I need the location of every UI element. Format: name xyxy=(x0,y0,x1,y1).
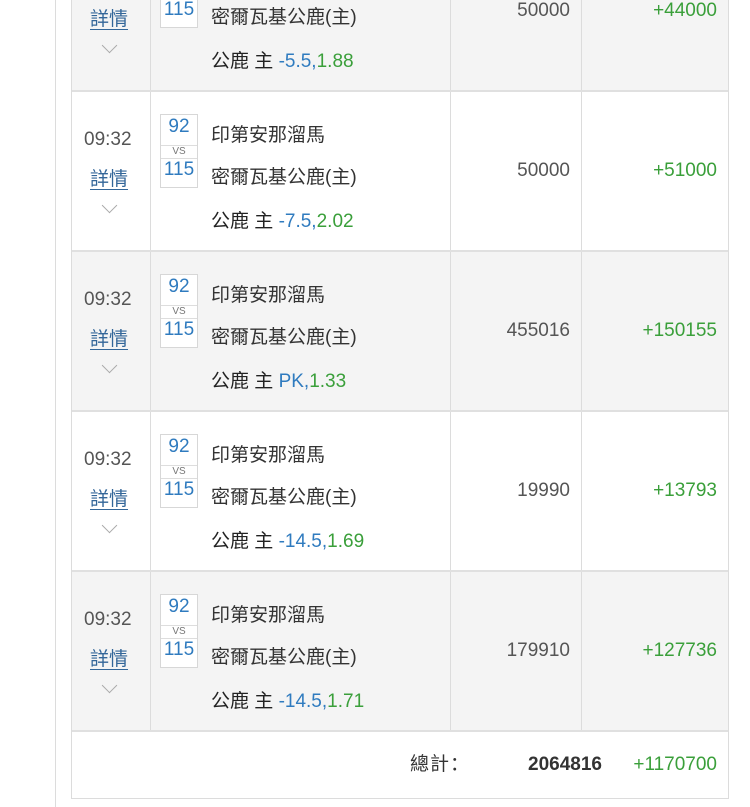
win-amount: +150155 xyxy=(642,320,718,341)
chevron-down-icon[interactable] xyxy=(101,517,118,534)
bet-time: 09:32 xyxy=(84,449,132,470)
handicap: PK, xyxy=(278,371,310,392)
team-away: 印第安那溜馬 xyxy=(211,445,326,466)
handicap: -14.5, xyxy=(278,531,328,552)
odds: 1.33 xyxy=(309,371,347,392)
bet-team: 公鹿 主 xyxy=(211,211,279,232)
odds: 1.88 xyxy=(316,51,354,72)
table-row: 09:32 詳情 92 VS 115 印第安那溜馬 密爾瓦基公鹿(主) 公鹿 主… xyxy=(72,412,728,572)
table-row: 09:32 詳情 92 VS 115 印第安那溜馬 密爾瓦基公鹿(主) 公鹿 主… xyxy=(72,572,728,732)
bet-amount: 50000 xyxy=(451,0,582,90)
score-home: 115 xyxy=(163,639,195,660)
match-cell: 92 VS 115 印第安那溜馬 密爾瓦基公鹿(主) 公鹿 主 -7.5,2.0… xyxy=(151,92,451,250)
vs-label: VS xyxy=(161,145,197,159)
bet-team: 公鹿 主 xyxy=(211,371,279,392)
vs-label: VS xyxy=(161,305,197,319)
score-box: 92 VS 115 xyxy=(160,434,198,508)
detail-link[interactable]: 詳情 xyxy=(90,644,128,671)
table-row: 詳情 92 VS 115 印第安那溜馬 密爾瓦基公鹿(主) 公鹿 主 -5.5,… xyxy=(72,0,728,92)
handicap: -14.5, xyxy=(278,691,328,712)
score-home: 115 xyxy=(163,159,195,180)
bet-amount: 179910 xyxy=(451,572,582,730)
team-home: 密爾瓦基公鹿(主) xyxy=(211,487,357,508)
total-label: 總計： xyxy=(409,754,470,775)
time-cell: 詳情 xyxy=(72,0,151,90)
bet-time: 09:32 xyxy=(84,609,132,630)
bet-line: 公鹿 主 -5.5,1.88 xyxy=(211,46,354,73)
match-cell: 92 VS 115 印第安那溜馬 密爾瓦基公鹿(主) 公鹿 主 PK,1.33 xyxy=(151,252,451,410)
total-win: +1170700 xyxy=(633,754,717,775)
time-cell: 09:32 詳情 xyxy=(72,92,151,250)
vs-label: VS xyxy=(161,625,197,639)
table-row: 09:32 詳情 92 VS 115 印第安那溜馬 密爾瓦基公鹿(主) 公鹿 主… xyxy=(72,92,728,252)
team-away: 印第安那溜馬 xyxy=(211,605,326,626)
chevron-down-icon[interactable] xyxy=(101,37,118,54)
team-home: 密爾瓦基公鹿(主) xyxy=(211,327,357,348)
vs-label: VS xyxy=(161,465,197,479)
match-cell: 92 VS 115 印第安那溜馬 密爾瓦基公鹿(主) 公鹿 主 -5.5,1.8… xyxy=(151,0,451,90)
win-amount: +51000 xyxy=(653,160,717,181)
win-amount: +127736 xyxy=(642,640,718,661)
bet-amount: 19990 xyxy=(451,412,582,570)
detail-link[interactable]: 詳情 xyxy=(90,164,128,191)
chevron-down-icon[interactable] xyxy=(101,357,118,374)
chevron-down-icon[interactable] xyxy=(101,677,118,694)
bet-team: 公鹿 主 xyxy=(211,531,279,552)
bet-time: 09:32 xyxy=(84,129,132,150)
bet-amount: 50000 xyxy=(451,92,582,250)
table-row: 09:32 詳情 92 VS 115 印第安那溜馬 密爾瓦基公鹿(主) 公鹿 主… xyxy=(72,252,728,412)
score-home: 115 xyxy=(163,319,195,340)
team-home: 密爾瓦基公鹿(主) xyxy=(211,167,357,188)
match-cell: 92 VS 115 印第安那溜馬 密爾瓦基公鹿(主) 公鹿 主 -14.5,1.… xyxy=(151,412,451,570)
odds: 1.69 xyxy=(327,531,365,552)
time-cell: 09:32 詳情 xyxy=(72,412,151,570)
detail-link[interactable]: 詳情 xyxy=(90,484,128,511)
team-away: 印第安那溜馬 xyxy=(211,285,326,306)
bet-line: 公鹿 主 -7.5,2.02 xyxy=(211,206,354,233)
odds: 1.71 xyxy=(327,691,365,712)
bet-amount: 455016 xyxy=(451,252,582,410)
score-box: 92 VS 115 xyxy=(160,274,198,348)
time-cell: 09:32 詳情 xyxy=(72,252,151,410)
score-box: 92 VS 115 xyxy=(160,594,198,668)
team-home: 密爾瓦基公鹿(主) xyxy=(211,647,357,668)
time-cell: 09:32 詳情 xyxy=(72,572,151,730)
score-away: 92 xyxy=(168,436,190,457)
score-box: 92 VS 115 xyxy=(160,0,198,28)
score-home: 115 xyxy=(163,479,195,500)
handicap: -5.5, xyxy=(278,51,317,72)
team-away: 印第安那溜馬 xyxy=(211,125,326,146)
bet-time: 09:32 xyxy=(84,289,132,310)
bet-team: 公鹿 主 xyxy=(211,51,279,72)
bet-line: 公鹿 主 PK,1.33 xyxy=(211,366,346,393)
detail-link[interactable]: 詳情 xyxy=(90,4,128,31)
chevron-down-icon[interactable] xyxy=(101,197,118,214)
detail-link[interactable]: 詳情 xyxy=(90,324,128,351)
win-amount: +13793 xyxy=(653,480,717,501)
score-away: 92 xyxy=(168,276,190,297)
match-cell: 92 VS 115 印第安那溜馬 密爾瓦基公鹿(主) 公鹿 主 -14.5,1.… xyxy=(151,572,451,730)
score-away: 92 xyxy=(168,116,190,137)
bet-team: 公鹿 主 xyxy=(211,691,279,712)
bet-line: 公鹿 主 -14.5,1.69 xyxy=(211,526,364,553)
score-box: 92 VS 115 xyxy=(160,114,198,188)
score-home: 115 xyxy=(163,0,195,20)
left-divider xyxy=(55,0,56,807)
score-away: 92 xyxy=(168,596,190,617)
bet-line: 公鹿 主 -14.5,1.71 xyxy=(211,686,364,713)
bet-record-table: 詳情 92 VS 115 印第安那溜馬 密爾瓦基公鹿(主) 公鹿 主 -5.5,… xyxy=(71,0,729,799)
win-amount: +44000 xyxy=(653,0,717,21)
team-home: 密爾瓦基公鹿(主) xyxy=(211,7,357,28)
total-amount: 2064816 xyxy=(528,754,602,775)
handicap: -7.5, xyxy=(278,211,317,232)
total-row: 總計： 2064816 +1170700 xyxy=(72,732,728,798)
odds: 2.02 xyxy=(316,211,354,232)
